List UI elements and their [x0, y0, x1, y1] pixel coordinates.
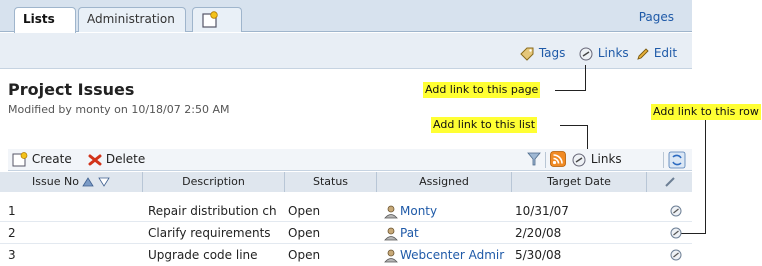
edit-button[interactable]: Edit — [636, 46, 677, 61]
refresh-icon[interactable] — [668, 151, 686, 169]
page-title: Project Issues — [8, 80, 135, 99]
filter-icon[interactable] — [527, 152, 541, 167]
user-icon — [384, 249, 398, 263]
delete-icon — [88, 154, 102, 165]
create-label: Create — [31, 152, 72, 166]
callout-page: Add link to this page — [423, 82, 541, 98]
row-divider — [0, 243, 692, 244]
col-header-description[interactable]: Description — [143, 172, 285, 192]
col-header-issue-no-label: Issue No — [32, 175, 79, 188]
cell-status: Open — [288, 226, 321, 240]
new-page-icon — [202, 10, 218, 28]
pencil-icon — [637, 47, 649, 60]
callout-page-line-h — [555, 90, 585, 91]
cell-target-date: 5/30/08 — [515, 248, 562, 262]
toolbar-separator — [545, 152, 546, 168]
tags-label: Tags — [538, 46, 566, 60]
links-label: Links — [597, 46, 629, 60]
page-toolbar: Tags Links Edit — [0, 33, 692, 69]
callout-row: Add link to this row — [651, 104, 761, 120]
links-button[interactable]: Links — [578, 46, 629, 61]
rss-icon[interactable] — [550, 151, 566, 167]
toolbar-separator — [663, 152, 664, 168]
cell-status: Open — [288, 204, 321, 218]
cell-target-date: 2/20/08 — [515, 226, 562, 240]
row-link-icon[interactable] — [670, 205, 682, 217]
cell-description: Clarify requirements — [148, 226, 271, 240]
callout-list-line-h — [560, 125, 587, 126]
link-column-icon — [664, 177, 675, 187]
link-icon — [572, 153, 586, 166]
cell-description: Upgrade code line — [148, 248, 258, 262]
create-button[interactable]: Create — [12, 152, 72, 167]
col-header-target-date[interactable]: Target Date — [512, 172, 647, 192]
col-header-issue-no[interactable]: Issue No — [0, 172, 143, 192]
pages-link[interactable]: Pages — [639, 10, 674, 24]
tags-button[interactable]: Tags — [519, 46, 565, 61]
col-header-links — [647, 172, 692, 192]
sort-ascending-icon[interactable] — [82, 177, 95, 187]
cell-assigned-link[interactable]: Monty — [400, 201, 510, 221]
callout-row-line-v — [705, 120, 706, 233]
callout-list: Add link to this list — [431, 117, 538, 133]
cell-assigned-link[interactable]: Webcenter Admir — [400, 245, 510, 265]
col-header-assigned[interactable]: Assigned — [377, 172, 512, 192]
list-links-label: Links — [590, 152, 622, 166]
callout-row-line-h — [680, 233, 706, 234]
list-toolbar: Create Delete Links — [8, 149, 692, 171]
row-divider — [0, 221, 692, 222]
row-link-icon[interactable] — [670, 249, 682, 261]
cell-assigned-link[interactable]: Pat — [400, 223, 510, 243]
tab-bar: Lists Administration — [0, 0, 692, 33]
cell-issue-no: 2 — [8, 226, 16, 240]
list-links-button[interactable]: Links — [571, 152, 622, 167]
cell-issue-no: 1 — [8, 204, 16, 218]
new-item-icon — [12, 152, 28, 167]
edit-label: Edit — [653, 46, 678, 60]
cell-status: Open — [288, 248, 321, 262]
user-icon — [384, 205, 398, 219]
link-icon — [579, 47, 593, 60]
tab-new-page[interactable] — [192, 7, 242, 32]
cell-issue-no: 3 — [8, 248, 16, 262]
modified-info: Modified by monty on 10/18/07 2:50 AM — [8, 103, 230, 116]
sort-descending-icon[interactable] — [98, 177, 110, 187]
row-link-icon[interactable] — [670, 227, 682, 239]
callout-page-line-v — [585, 65, 586, 91]
delete-button[interactable]: Delete — [88, 152, 145, 167]
cell-description: Repair distribution ch — [148, 204, 277, 218]
callout-list-line-v — [587, 125, 588, 149]
delete-label: Delete — [105, 152, 146, 166]
cell-target-date: 10/31/07 — [515, 204, 569, 218]
tab-administration[interactable]: Administration — [78, 7, 186, 32]
col-header-status[interactable]: Status — [285, 172, 377, 192]
user-icon — [384, 227, 398, 241]
tag-icon — [520, 47, 534, 61]
tab-lists[interactable]: Lists — [14, 7, 76, 33]
